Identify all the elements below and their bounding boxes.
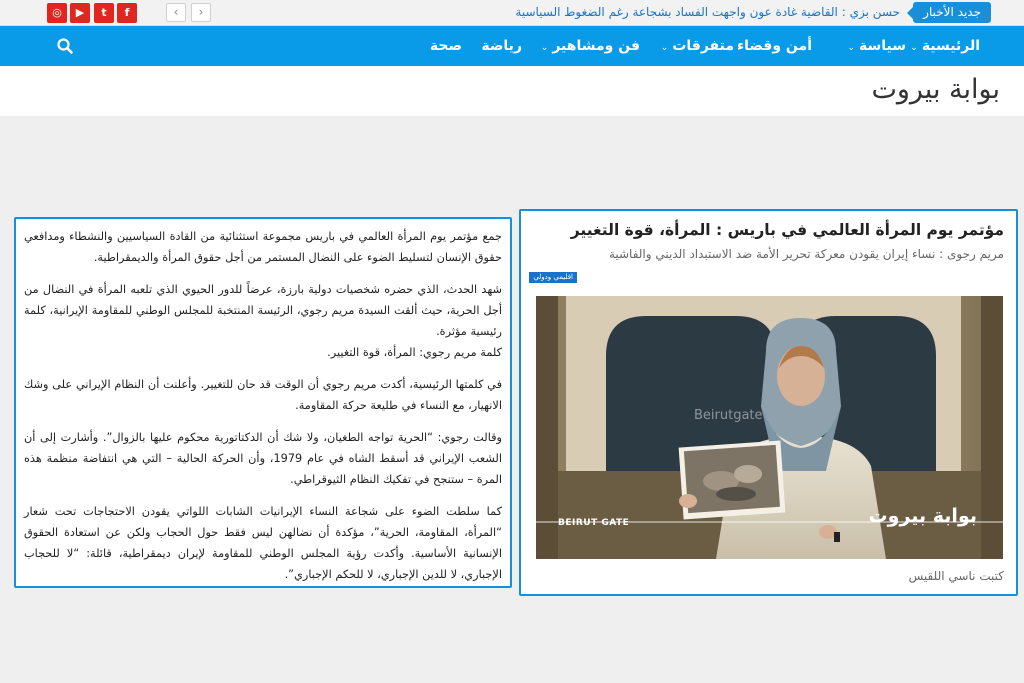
nav-item-security[interactable]: أمن وقضاء [737, 26, 812, 66]
nav-item-misc[interactable]: متفرقات⌄ [661, 26, 734, 66]
article-title[interactable]: مؤتمر يوم المرأة العالمي في باريس : المر… [571, 221, 1004, 239]
photo-logo-ar: بوابة بيروت [868, 505, 977, 527]
article-card: مؤتمر يوم المرأة العالمي في باريس : المر… [519, 209, 1018, 596]
search-icon[interactable] [56, 37, 74, 55]
ticker-next-button[interactable]: › [191, 3, 211, 22]
nav-item-label: فن ومشاهير [552, 38, 640, 54]
category-badge[interactable]: اقليمي ودولي [529, 272, 577, 283]
instagram-icon[interactable]: ◎ [47, 3, 67, 23]
body-paragraph: كما سلطت الضوء على شجاعة النساء الإيراني… [24, 505, 502, 581]
article-body: جمع مؤتمر يوم المرأة العالمي في باريس مج… [14, 217, 512, 588]
article-subtitle: مريم رجوى : نساء إيران يقودن معركة تحرير… [608, 247, 1004, 261]
article-author: كتبت ناسي اللقيس [908, 569, 1004, 583]
chevron-down-icon: ⌄ [847, 43, 855, 53]
twitter-icon[interactable]: t [94, 3, 114, 23]
nav-item-label: سياسة [859, 38, 906, 54]
site-title[interactable]: بوابة بيروت [871, 74, 1000, 105]
photo-watermark: Beirutgate [694, 408, 763, 423]
nav-item-label: صحة [429, 38, 462, 54]
breaking-news-label: جديد الأخبار [907, 2, 991, 23]
nav-item-home[interactable]: الرئيسية⌄ [910, 26, 980, 66]
nav-item-label: أمن وقضاء [736, 38, 812, 54]
chevron-down-icon: ⌄ [540, 43, 549, 53]
body-paragraph: وقالت رجوي: “الحرية تواجه الطغيان، ولا ش… [24, 431, 502, 486]
chevron-down-icon: ⌄ [660, 43, 669, 53]
nav-item-politics[interactable]: سياسة ⌄ [847, 26, 906, 66]
brand-bar: بوابة بيروت [0, 66, 1024, 116]
body-paragraph: كلمة مريم رجوي: المرأة، قوة التغيير. [327, 346, 502, 359]
news-ticker-link[interactable]: حسن بزي : القاضية غادة عون واجهت الفساد … [515, 4, 900, 21]
youtube-icon[interactable]: ▶ [70, 3, 90, 23]
top-bar: جديد الأخبار حسن بزي : القاضية غادة عون … [0, 0, 1024, 26]
nav-item-health[interactable]: صحة [430, 26, 462, 66]
nav-item-sports[interactable]: رياضة [481, 26, 522, 66]
facebook-icon[interactable]: f [117, 3, 137, 23]
ticker-prev-button[interactable]: ‹ [166, 3, 186, 22]
chevron-down-icon: ⌄ [910, 43, 918, 53]
nav-item-label: الرئيسية [921, 38, 980, 54]
nav-item-label: رياضة [481, 38, 522, 54]
body-paragraph: في كلمتها الرئيسية، أكدت مريم رجوي أن ال… [24, 378, 502, 412]
nav-item-celebrities[interactable]: فن ومشاهير⌄ [541, 26, 640, 66]
main-nav: الرئيسية⌄ سياسة⌄ أمن وقضاء متفرقات⌄ فن و… [0, 26, 1024, 66]
nav-item-label: متفرقات [672, 38, 734, 54]
photo-logo-en: BEIRUT GATE [558, 518, 630, 528]
article-photo: Beirutgate BEIRUT GATE بوابة بيروت [536, 296, 1003, 559]
body-paragraph: شهد الحدث، الذي حضره شخصيات دولية بارزة،… [24, 283, 502, 338]
body-paragraph: جمع مؤتمر يوم المرأة العالمي في باريس مج… [24, 230, 502, 264]
